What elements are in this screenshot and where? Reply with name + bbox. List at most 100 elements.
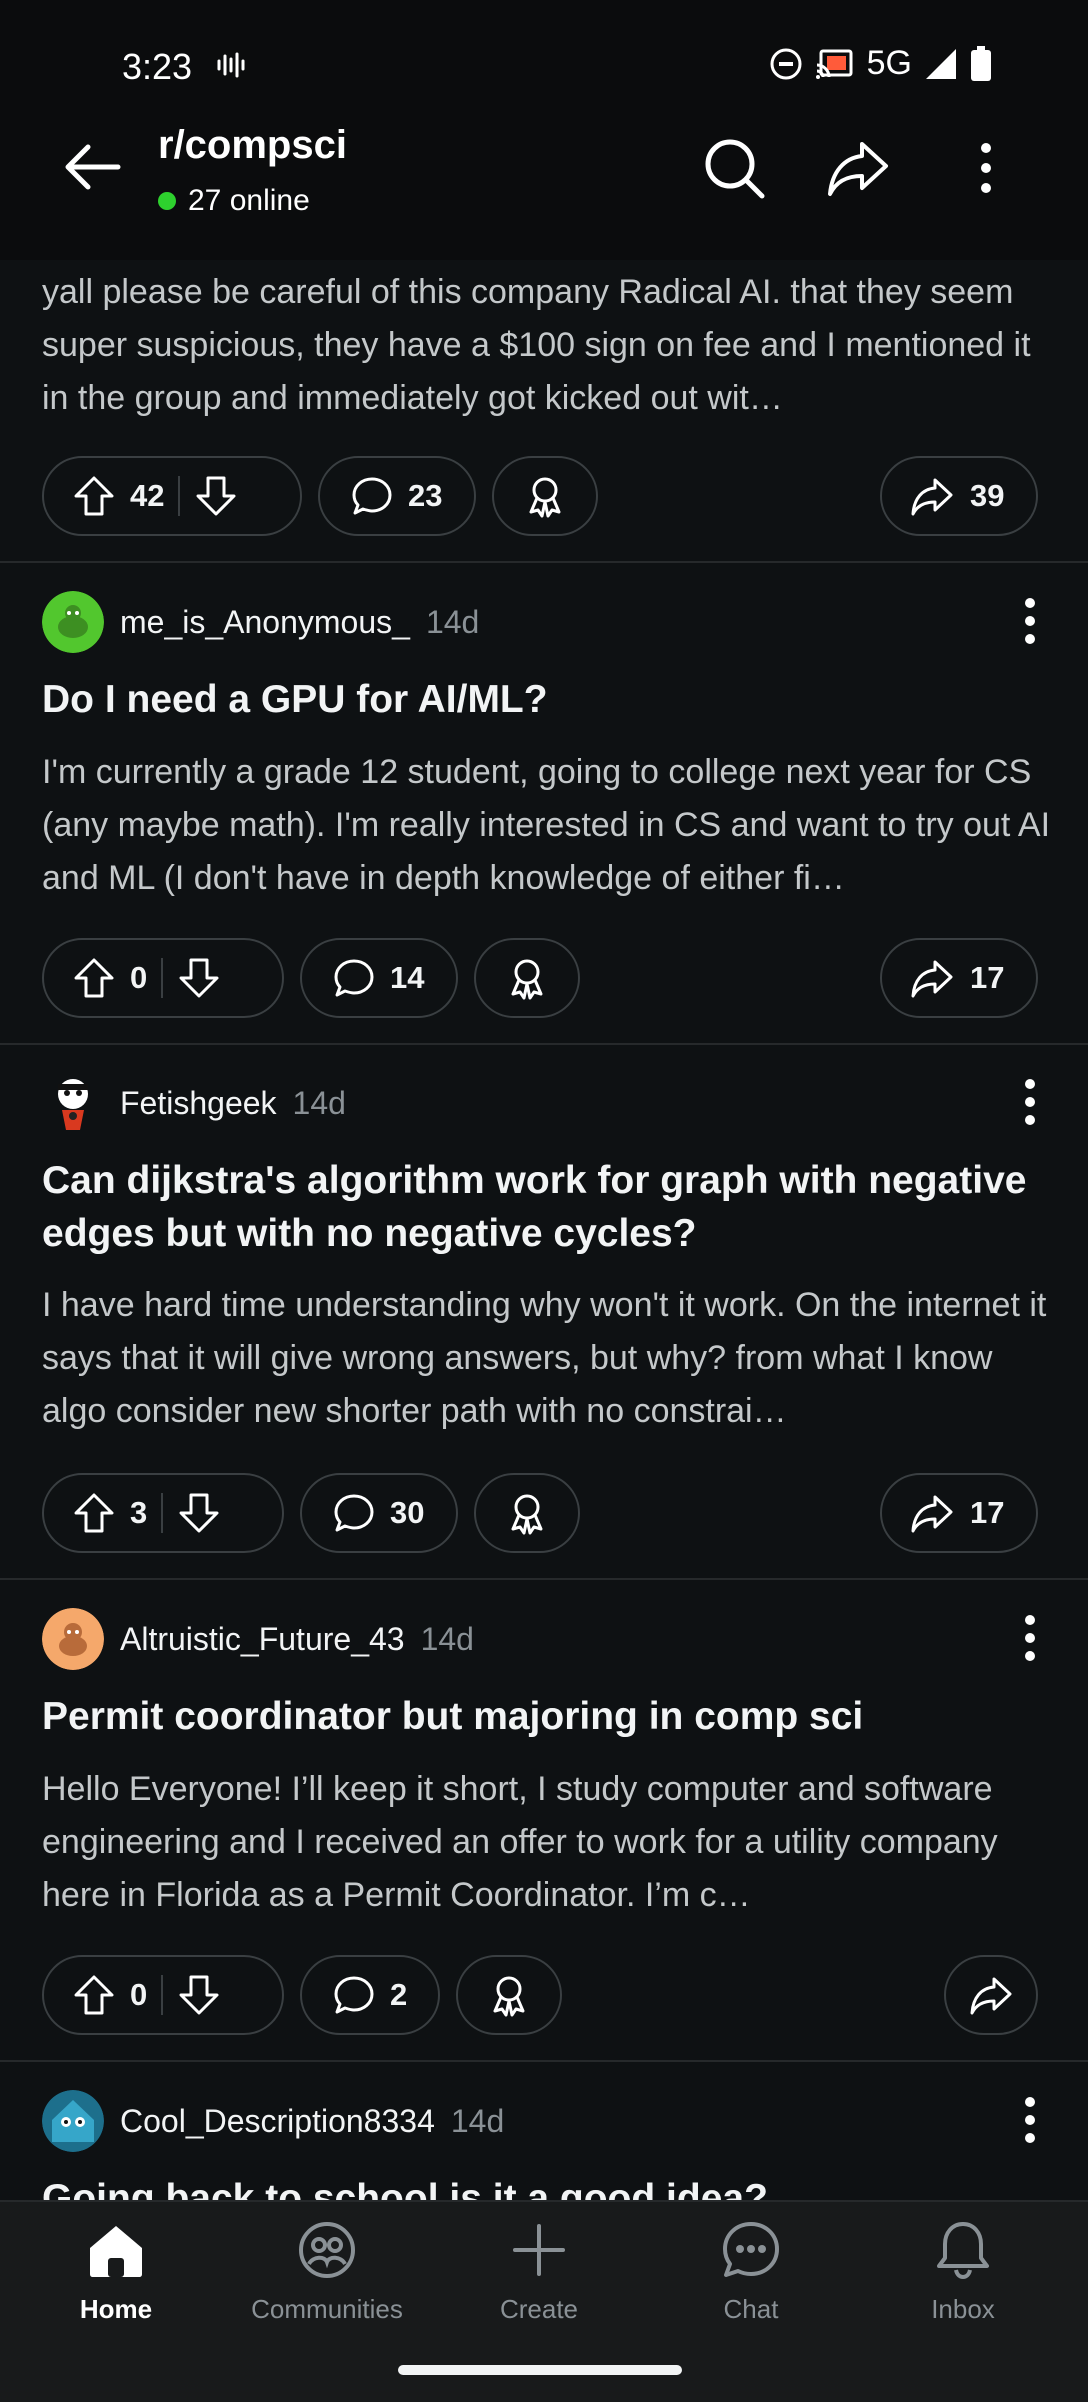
post-meta: me_is_Anonymous_ 14d — [42, 591, 479, 653]
comments-button[interactable]: 30 — [300, 1473, 458, 1553]
post-title[interactable]: Do I need a GPU for AI/ML? — [42, 673, 1052, 726]
share-icon — [911, 1495, 953, 1533]
award-button[interactable] — [456, 1955, 562, 2035]
award-icon — [529, 477, 561, 518]
search-icon[interactable] — [702, 136, 766, 200]
post-feed[interactable]: yall please be careful of this company R… — [0, 260, 1088, 2200]
subreddit-title[interactable]: r/compsci — [158, 123, 347, 168]
post-divider — [0, 561, 1088, 563]
share-icon — [911, 478, 953, 516]
share-button[interactable]: 39 — [880, 456, 1038, 536]
nav-inbox[interactable]: Inbox — [883, 2218, 1043, 2325]
avatar[interactable] — [42, 1608, 104, 1670]
downvote-icon[interactable] — [177, 956, 221, 1000]
award-button[interactable] — [474, 938, 580, 1018]
share-button[interactable] — [944, 1955, 1038, 2035]
award-button[interactable] — [474, 1473, 580, 1553]
nav-inbox-label: Inbox — [931, 2294, 995, 2324]
post-body[interactable]: I'm currently a grade 12 student, going … — [42, 746, 1052, 905]
comment-count: 2 — [390, 1977, 408, 2012]
post-meta: Fetishgeek 14d — [42, 1072, 346, 1134]
share-icon — [970, 1977, 1012, 2015]
nav-home-label: Home — [79, 2294, 153, 2324]
cast-icon — [815, 49, 853, 79]
post-body[interactable]: Hello Everyone! I’ll keep it short, I st… — [42, 1763, 1052, 1922]
post-age: 14d — [450, 2102, 505, 2139]
award-button[interactable] — [492, 456, 598, 536]
post-title[interactable]: Going back to school is it a good idea? — [42, 2172, 1052, 2200]
award-icon — [493, 1976, 525, 2017]
post-title[interactable]: Can dijkstra's algorithm work for graph … — [42, 1154, 1052, 1260]
vote-bar: 0 — [42, 1955, 284, 2035]
online-count: 27 online — [158, 184, 310, 218]
avatar[interactable] — [42, 2090, 104, 2152]
award-icon — [511, 959, 543, 1000]
more-options-icon[interactable] — [954, 136, 1018, 200]
upvote-icon[interactable] — [72, 1973, 116, 2017]
comment-icon — [352, 477, 392, 515]
post-divider — [0, 2060, 1088, 2062]
share-icon — [911, 960, 953, 998]
post-menu-icon[interactable] — [1010, 1072, 1050, 1132]
nav-chat[interactable]: Chat — [671, 2218, 831, 2325]
post-age: 14d — [292, 1084, 346, 1121]
share-count: 17 — [970, 960, 1005, 995]
post-meta: Altruistic_Future_43 14d — [42, 1608, 474, 1670]
post-body[interactable]: I have hard time understanding why won't… — [42, 1279, 1052, 1438]
comment-count: 23 — [408, 478, 443, 513]
comments-button[interactable]: 14 — [300, 938, 458, 1018]
post-author[interactable]: me_is_Anonymous_ — [120, 604, 410, 641]
post-author[interactable]: Cool_Description8334 — [120, 2103, 435, 2140]
upvote-icon[interactable] — [72, 1491, 116, 1535]
post-divider — [0, 1043, 1088, 1045]
communities-icon — [299, 2222, 355, 2278]
share-count: 39 — [970, 478, 1005, 513]
comment-count: 30 — [390, 1495, 425, 1530]
nav-communities[interactable]: Communities — [247, 2218, 407, 2325]
share-button[interactable]: 17 — [880, 938, 1038, 1018]
downvote-icon[interactable] — [177, 1973, 221, 2017]
avatar[interactable] — [42, 591, 104, 653]
nav-create-label: Create — [499, 2294, 579, 2324]
plus-icon — [513, 2224, 565, 2276]
chat-icon — [723, 2222, 779, 2277]
upvote-count: 3 — [130, 1495, 148, 1530]
back-arrow-icon[interactable] — [60, 135, 124, 199]
nav-create[interactable]: Create — [459, 2218, 619, 2325]
online-label: 27 online — [188, 184, 310, 217]
award-icon — [511, 1494, 543, 1535]
share-count: 17 — [970, 1495, 1005, 1530]
vote-bar: 42 — [42, 456, 302, 536]
post-author[interactable]: Altruistic_Future_43 — [120, 1621, 405, 1658]
post-menu-icon[interactable] — [1010, 591, 1050, 651]
comments-button[interactable]: 23 — [318, 456, 476, 536]
home-icon — [90, 2226, 142, 2277]
share-icon[interactable] — [826, 136, 890, 200]
upvote-icon[interactable] — [72, 956, 116, 1000]
post-age: 14d — [420, 1620, 474, 1657]
post-title[interactable]: Permit coordinator but majoring in comp … — [42, 1690, 1052, 1743]
post-author[interactable]: Fetishgeek — [120, 1085, 277, 1122]
post-body[interactable]: yall please be careful of this company R… — [42, 266, 1052, 425]
post-menu-icon[interactable] — [1010, 2090, 1050, 2150]
avatar[interactable] — [42, 1072, 104, 1134]
vote-bar: 3 — [42, 1473, 284, 1553]
online-dot — [158, 192, 176, 210]
share-button[interactable]: 17 — [880, 1473, 1038, 1553]
battery-icon — [971, 45, 991, 81]
comments-button[interactable]: 2 — [300, 1955, 440, 2035]
post-divider — [0, 1578, 1088, 1580]
post-menu-icon[interactable] — [1010, 1608, 1050, 1668]
upvote-count: 0 — [130, 960, 148, 995]
downvote-icon[interactable] — [177, 1491, 221, 1535]
upvote-count: 42 — [130, 478, 165, 513]
network-type: 5G — [866, 44, 912, 82]
dnd-icon — [770, 48, 802, 79]
home-indicator[interactable] — [398, 2365, 682, 2375]
status-bar: 3:23 5G — [0, 0, 1088, 130]
signal-icon — [926, 48, 956, 79]
upvote-icon[interactable] — [72, 474, 116, 518]
downvote-icon[interactable] — [194, 474, 238, 518]
comment-icon — [334, 1494, 374, 1532]
nav-home[interactable]: Home — [36, 2218, 196, 2325]
